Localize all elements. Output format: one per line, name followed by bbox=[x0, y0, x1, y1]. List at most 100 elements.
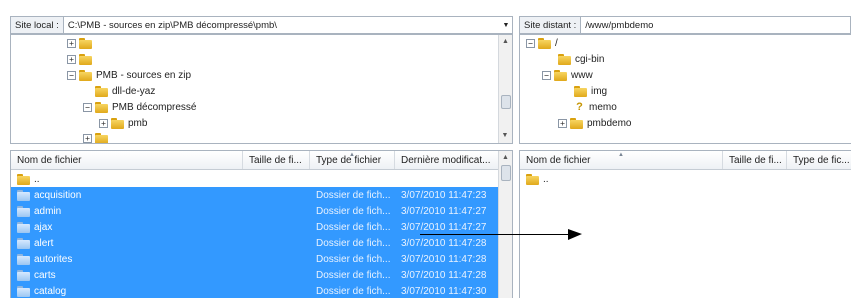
folder-icon bbox=[17, 285, 30, 297]
file-type: Dossier de fich... bbox=[316, 253, 391, 265]
sort-ascending-icon: ▲ bbox=[618, 152, 624, 158]
remote-site-label: Site distant : bbox=[520, 17, 582, 33]
file-name: admin bbox=[34, 205, 62, 217]
remote-file-list-header: ▲ Nom de fichier Taille de fi... Type de … bbox=[520, 151, 851, 170]
file-type: Dossier de fich... bbox=[316, 205, 391, 217]
tree-node[interactable]: + bbox=[83, 130, 112, 143]
expand-icon[interactable]: + bbox=[83, 133, 92, 143]
local-address-bar: Site local : C:\PMB - sources en zip\PMB… bbox=[10, 16, 513, 34]
drag-arrow-line bbox=[420, 234, 570, 235]
folder-icon bbox=[17, 173, 30, 185]
sort-ascending-icon: ▲ bbox=[349, 152, 355, 158]
folder-icon bbox=[111, 117, 124, 129]
tree-node-pmb-sources[interactable]: − PMB - sources en zip bbox=[67, 67, 191, 83]
table-row[interactable]: ajax Dossier de fich... 3/07/2010 11:47:27 bbox=[11, 219, 499, 235]
tree-node-pmbdemo[interactable]: + pmbdemo bbox=[558, 115, 631, 131]
table-row[interactable]: admin Dossier de fich... 3/07/2010 11:47:2… bbox=[11, 203, 499, 219]
tree-node-label: pmbdemo bbox=[587, 117, 632, 129]
tree-node-memo[interactable]: ? memo bbox=[574, 99, 617, 115]
scroll-thumb[interactable] bbox=[501, 95, 511, 109]
folder-icon bbox=[554, 69, 567, 81]
collapse-icon[interactable]: − bbox=[526, 38, 535, 48]
column-header-filename[interactable]: ▲ Nom de fichier bbox=[520, 151, 723, 169]
table-row[interactable]: catalog Dossier de fich... 3/07/2010 11:47… bbox=[11, 283, 499, 298]
file-name: .. bbox=[34, 173, 40, 185]
local-tree-scrollbar[interactable]: ▲ ▼ bbox=[498, 35, 512, 143]
file-name: carts bbox=[34, 269, 56, 281]
folder-icon bbox=[558, 53, 571, 65]
file-modified: 3/07/2010 11:47:28 bbox=[401, 269, 487, 281]
folder-icon bbox=[95, 101, 108, 113]
column-header-filesize[interactable]: Taille de fi... bbox=[243, 151, 310, 169]
tree-node-www[interactable]: − www bbox=[542, 67, 593, 83]
folder-icon bbox=[17, 221, 30, 233]
expand-icon[interactable]: + bbox=[67, 54, 76, 64]
tree-node-root[interactable]: − / bbox=[526, 35, 558, 51]
scroll-thumb[interactable] bbox=[501, 165, 511, 181]
file-modified: 3/07/2010 11:47:23 bbox=[401, 189, 487, 201]
folder-icon bbox=[17, 205, 30, 217]
tree-node-pmb-decompresse[interactable]: − PMB décompressé bbox=[83, 99, 196, 115]
column-header-filename[interactable]: Nom de fichier bbox=[11, 151, 243, 169]
table-row[interactable]: alert Dossier de fich... 3/07/2010 11:47:2… bbox=[11, 235, 499, 251]
folder-icon bbox=[79, 37, 92, 49]
collapse-icon[interactable]: − bbox=[83, 102, 92, 112]
tree-node-dll-de-yaz[interactable]: dll-de-yaz bbox=[95, 83, 155, 99]
list-item-parent-dir[interactable]: .. bbox=[11, 171, 499, 187]
chevron-down-icon: ▼ bbox=[502, 21, 510, 29]
local-file-list-scrollbar[interactable]: ▲ bbox=[498, 151, 512, 298]
local-tree-pane: + + − PMB - sources en zip dll-de-yaz − … bbox=[10, 34, 513, 144]
tree-node-label: / bbox=[555, 37, 558, 49]
file-name: ajax bbox=[34, 221, 53, 233]
unknown-folder-icon: ? bbox=[576, 100, 583, 113]
column-header-filetype[interactable]: ▲ Type de fichier bbox=[310, 151, 395, 169]
folder-icon bbox=[95, 85, 108, 97]
folder-icon bbox=[95, 132, 108, 143]
remote-directory-tree: − / cgi-bin − www img ? memo + pmbdemo bbox=[520, 35, 851, 143]
folder-icon bbox=[538, 37, 551, 49]
table-row[interactable]: autorites Dossier de fich... 3/07/2010 11:… bbox=[11, 251, 499, 267]
tree-node-label: dll-de-yaz bbox=[112, 85, 156, 97]
file-name: acquisition bbox=[34, 189, 82, 201]
tree-node-pmb[interactable]: + pmb bbox=[99, 115, 147, 131]
column-header-filesize[interactable]: Taille de fi... bbox=[723, 151, 787, 169]
tree-node[interactable]: + bbox=[67, 35, 96, 51]
file-type: Dossier de fich... bbox=[316, 189, 391, 201]
tree-node[interactable]: + bbox=[67, 51, 96, 67]
table-row[interactable]: acquisition Dossier de fich... 3/07/2010 1… bbox=[11, 187, 499, 203]
folder-icon bbox=[526, 173, 539, 185]
file-type: Dossier de fich... bbox=[316, 285, 391, 297]
table-row[interactable]: carts Dossier de fich... 3/07/2010 11:47:2… bbox=[11, 267, 499, 283]
list-item-parent-dir[interactable]: .. bbox=[520, 171, 851, 187]
scroll-up-icon[interactable]: ▲ bbox=[499, 35, 512, 49]
file-modified: 3/07/2010 11:47:28 bbox=[401, 237, 487, 249]
folder-icon bbox=[17, 253, 30, 265]
local-path-dropdown-button[interactable]: ▼ bbox=[500, 17, 512, 33]
expand-icon[interactable]: + bbox=[99, 118, 108, 128]
file-type: Dossier de fich... bbox=[316, 221, 391, 233]
scroll-down-icon[interactable]: ▼ bbox=[499, 129, 511, 143]
column-header-modified[interactable]: Dernière modificat... bbox=[395, 151, 499, 169]
tree-node-label: cgi-bin bbox=[575, 53, 605, 65]
scroll-up-icon[interactable]: ▲ bbox=[499, 151, 512, 165]
collapse-icon[interactable]: − bbox=[67, 70, 76, 80]
tree-node-label: img bbox=[591, 85, 608, 97]
tree-node-label: www bbox=[571, 69, 593, 81]
file-name: catalog bbox=[34, 285, 67, 297]
tree-node-label: PMB - sources en zip bbox=[96, 69, 192, 81]
local-path-input[interactable]: C:\PMB - sources en zip\PMB décompressé\… bbox=[63, 17, 500, 33]
tree-node-cgi-bin[interactable]: cgi-bin bbox=[558, 51, 604, 67]
collapse-icon[interactable]: − bbox=[542, 70, 551, 80]
expand-icon[interactable]: + bbox=[67, 38, 76, 48]
tree-node-label: PMB décompressé bbox=[112, 101, 197, 113]
folder-icon bbox=[17, 189, 30, 201]
tree-node-label: memo bbox=[589, 101, 617, 113]
column-header-filetype[interactable]: Type de fic... bbox=[787, 151, 851, 169]
tree-node-img[interactable]: img bbox=[574, 83, 607, 99]
local-site-label: Site local : bbox=[11, 17, 64, 33]
expand-icon[interactable]: + bbox=[558, 118, 567, 128]
file-modified: 3/07/2010 11:47:30 bbox=[401, 285, 487, 297]
file-type: Dossier de fich... bbox=[316, 269, 391, 281]
local-file-list-header: Nom de fichier Taille de fi... ▲ Type de … bbox=[11, 151, 499, 170]
remote-path-input[interactable]: /www/pmbdemo bbox=[581, 17, 850, 33]
